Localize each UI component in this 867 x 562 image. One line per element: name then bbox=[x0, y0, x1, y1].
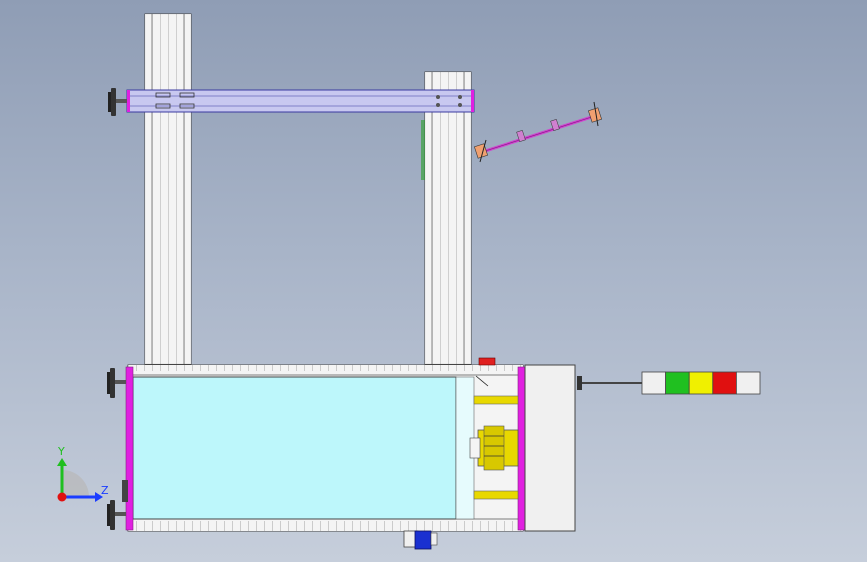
triad-origin bbox=[57, 492, 67, 502]
bottom-motor bbox=[403, 530, 438, 550]
diagonal-rod bbox=[474, 101, 602, 163]
right-column bbox=[421, 71, 472, 365]
base-foot-top bbox=[107, 368, 126, 398]
cad-viewport[interactable]: Y Z bbox=[0, 0, 867, 562]
triad-y-label: Y bbox=[57, 445, 65, 458]
tower-light-segment bbox=[641, 371, 667, 395]
assembly-drawing[interactable]: Y Z bbox=[0, 0, 867, 562]
beam-leveling-foot bbox=[108, 88, 127, 116]
tower-light-segment bbox=[712, 371, 737, 395]
tower-light-segment bbox=[665, 371, 690, 395]
left-column bbox=[144, 13, 192, 365]
tower-light bbox=[577, 371, 761, 395]
red-button bbox=[478, 357, 496, 366]
right-end-plate bbox=[517, 366, 526, 531]
left-end-plate bbox=[125, 366, 134, 531]
triad-z-label: Z bbox=[101, 484, 109, 497]
tower-light-segment bbox=[688, 371, 714, 395]
tower-light-segment bbox=[736, 371, 761, 395]
coordinate-triad: Y Z bbox=[57, 445, 109, 502]
base-foot-bottom bbox=[107, 480, 128, 530]
triad-quadrant bbox=[62, 470, 89, 497]
cyan-tank bbox=[132, 376, 457, 520]
crossbeam bbox=[126, 89, 475, 113]
control-box bbox=[524, 364, 576, 532]
